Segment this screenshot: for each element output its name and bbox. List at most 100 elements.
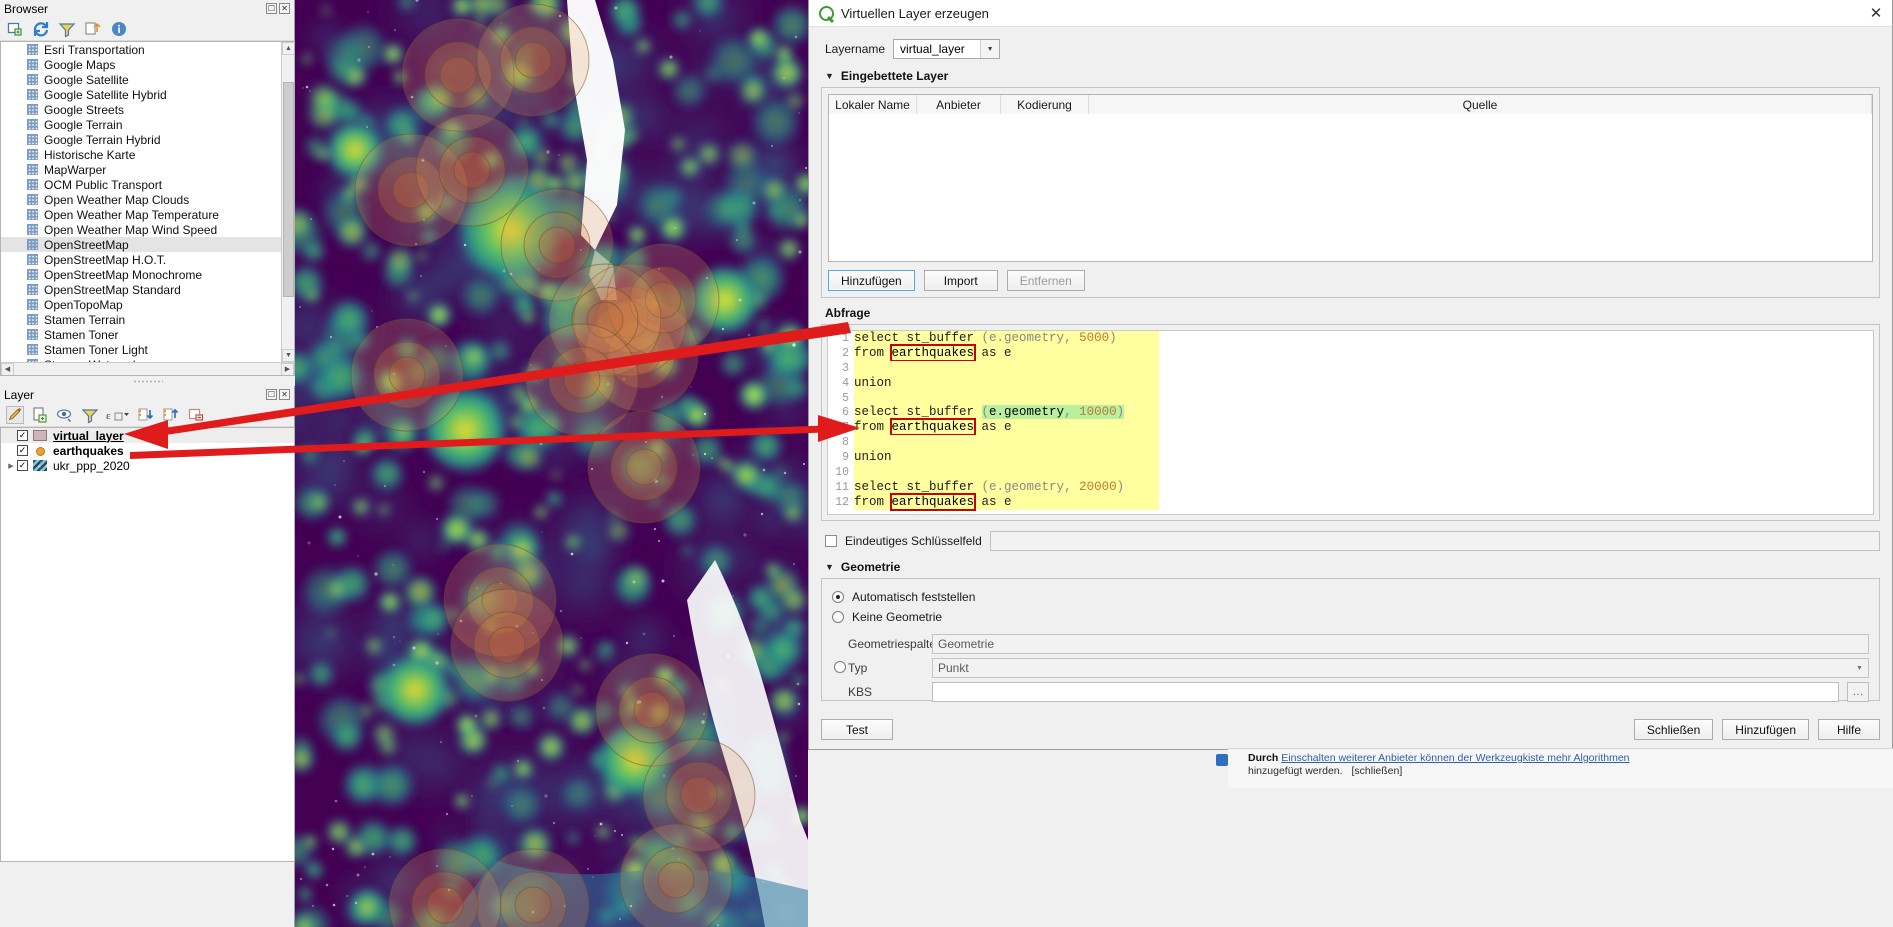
browser-panel-close-icon[interactable]: ✕: [279, 3, 290, 14]
geometry-custom-radio[interactable]: [834, 661, 846, 673]
crs-input[interactable]: [932, 682, 1839, 702]
geometry-none-row[interactable]: Keine Geometrie: [832, 607, 1869, 627]
sql-line-text[interactable]: select st_buffer (e.geometry, 10000): [854, 405, 1159, 421]
layer-row[interactable]: ▶ ✓ ukr_ppp_2020: [1, 458, 294, 473]
sql-line-text[interactable]: select st_buffer (e.geometry, 20000): [854, 479, 1159, 495]
browser-item[interactable]: OpenTopoMap: [1, 297, 281, 312]
help-button[interactable]: Hilfe: [1818, 719, 1880, 740]
browser-item[interactable]: Open Weather Map Wind Speed: [1, 222, 281, 237]
column-header-quelle[interactable]: Quelle: [1089, 95, 1872, 114]
scroll-left-icon[interactable]: ◀: [1, 362, 14, 375]
browser-item[interactable]: Google Satellite: [1, 72, 281, 87]
triangle-down-icon-geometry[interactable]: ▼: [825, 562, 834, 572]
close-icon[interactable]: ✕: [1862, 2, 1890, 24]
sql-line-text[interactable]: from earthquakes as e: [854, 492, 1159, 511]
chevron-down-icon[interactable]: ▼: [980, 40, 1000, 58]
panel-splitter[interactable]: [0, 376, 295, 386]
status-dismiss[interactable]: [schließen]: [1352, 765, 1403, 777]
layer-visibility-checkbox[interactable]: ✓: [17, 445, 28, 456]
geometry-column-input[interactable]: Geometrie: [932, 634, 1869, 654]
sql-line-text[interactable]: union: [854, 450, 1159, 466]
sql-line-text[interactable]: select st_buffer (e.geometry, 5000): [854, 331, 1159, 346]
test-button[interactable]: Test: [821, 719, 893, 740]
close-button[interactable]: Schließen: [1633, 719, 1714, 740]
status-link[interactable]: Einschalten weiterer Anbieter können der…: [1281, 752, 1629, 764]
browser-item[interactable]: Google Maps: [1, 57, 281, 72]
layer-panel-close-icon[interactable]: ✕: [279, 389, 290, 400]
layername-combo[interactable]: virtual_layer ▼: [893, 39, 1001, 59]
geometry-section-header[interactable]: ▼ Geometrie: [825, 560, 1880, 574]
remove-layer-icon[interactable]: [187, 406, 205, 424]
browser-item[interactable]: Google Satellite Hybrid: [1, 87, 281, 102]
layername-input[interactable]: virtual_layer: [894, 40, 980, 58]
browser-item[interactable]: OCM Public Transport: [1, 177, 281, 192]
browser-item[interactable]: Stamen Toner Light: [1, 342, 281, 357]
browser-item[interactable]: Open Weather Map Clouds: [1, 192, 281, 207]
browser-item[interactable]: OpenStreetMap H.O.T.: [1, 252, 281, 267]
geometry-none-radio[interactable]: [832, 611, 844, 623]
column-header-anbieter[interactable]: Anbieter: [917, 95, 1001, 114]
browser-item[interactable]: Google Streets: [1, 102, 281, 117]
sql-line-text[interactable]: [854, 360, 1159, 376]
unique-key-input[interactable]: [989, 531, 1880, 551]
unique-key-checkbox[interactable]: [825, 535, 837, 547]
layer-tree[interactable]: ✓ virtual_layer ✓ earthquakes ▶ ✓ ukr_ppp_2020: [0, 427, 295, 862]
browser-tree[interactable]: Esri Transportation Google Maps Google Sat…: [0, 41, 295, 376]
triangle-down-icon[interactable]: ▼: [825, 71, 834, 81]
filter-legend-icon[interactable]: [81, 406, 99, 424]
layer-visibility-checkbox[interactable]: ✓: [17, 430, 28, 441]
expression-filter-icon[interactable]: ε: [106, 406, 130, 424]
sql-line-text[interactable]: [854, 465, 1159, 480]
scroll-up-icon[interactable]: ▲: [282, 42, 294, 55]
browser-item[interactable]: Google Terrain Hybrid: [1, 132, 281, 147]
expand-all-icon[interactable]: [137, 406, 155, 424]
browser-item[interactable]: Stamen Terrain: [1, 312, 281, 327]
browser-vertical-scrollbar[interactable]: ▲ ▼: [281, 42, 294, 362]
chevron-down-icon-type[interactable]: ▼: [1851, 665, 1868, 672]
expand-arrow-icon[interactable]: ▶: [5, 462, 17, 470]
geometry-auto-row[interactable]: Automatisch feststellen: [832, 587, 1869, 607]
embedded-layers-table[interactable]: Lokaler Name Anbieter Kodierung Quelle: [828, 94, 1873, 262]
browser-item[interactable]: MapWarper: [1, 162, 281, 177]
sql-line-text[interactable]: [854, 435, 1159, 451]
browser-item[interactable]: Esri Transportation: [1, 42, 281, 57]
browser-item[interactable]: OpenStreetMap Monochrome: [1, 267, 281, 282]
refresh-icon[interactable]: [32, 20, 50, 38]
layer-row[interactable]: ✓ virtual_layer: [1, 428, 294, 443]
crs-select-button[interactable]: …: [1847, 682, 1869, 702]
map-canvas[interactable]: [295, 0, 808, 927]
scroll-right-icon[interactable]: ▶: [281, 362, 294, 375]
browser-item[interactable]: OpenStreetMap Standard: [1, 282, 281, 297]
scroll-down-icon[interactable]: ▼: [282, 349, 294, 362]
column-header-lokaler-name[interactable]: Lokaler Name: [829, 95, 917, 114]
browser-item[interactable]: Stamen Toner: [1, 327, 281, 342]
sql-editor[interactable]: 1 select st_buffer (e.geometry, 5000) 2 fro…: [827, 330, 1874, 515]
browser-panel-float-icon[interactable]: ☐: [266, 3, 277, 14]
open-layer-styling-icon[interactable]: [6, 405, 24, 424]
layer-panel-float-icon[interactable]: ☐: [266, 389, 277, 400]
manage-visibility-icon[interactable]: [56, 406, 74, 424]
embedded-layers-section-header[interactable]: ▼ Eingebettete Layer: [825, 69, 1880, 83]
geometry-auto-radio[interactable]: [832, 591, 844, 603]
info-icon[interactable]: [110, 20, 128, 38]
column-header-kodierung[interactable]: Kodierung: [1001, 95, 1089, 114]
geometry-type-select[interactable]: Punkt ▼: [932, 658, 1869, 678]
add-layer-icon[interactable]: [6, 20, 24, 38]
add-button[interactable]: Hinzufügen: [1722, 719, 1809, 740]
scroll-thumb[interactable]: [283, 82, 294, 297]
sql-code[interactable]: 1 select st_buffer (e.geometry, 5000) 2 fro…: [828, 331, 1873, 511]
sql-line-text[interactable]: from earthquakes as e: [854, 418, 1159, 437]
browser-horizontal-scrollbar[interactable]: ◀ ▶: [1, 362, 294, 375]
layer-visibility-checkbox[interactable]: ✓: [17, 460, 28, 471]
add-group-icon[interactable]: [31, 406, 49, 424]
browser-item[interactable]: Historische Karte: [1, 147, 281, 162]
filter-icon[interactable]: [58, 20, 76, 38]
sql-line-text[interactable]: [854, 390, 1159, 406]
layer-row[interactable]: ✓ earthquakes: [1, 443, 294, 458]
import-embedded-layer-button[interactable]: Import: [923, 270, 998, 291]
add-embedded-layer-button[interactable]: Hinzufügen: [828, 270, 915, 291]
browser-item[interactable]: Open Weather Map Temperature: [1, 207, 281, 222]
browser-item[interactable]: OpenStreetMap: [1, 237, 281, 252]
collapse-all-icon[interactable]: [84, 20, 102, 38]
sql-line-text[interactable]: union: [854, 375, 1159, 391]
